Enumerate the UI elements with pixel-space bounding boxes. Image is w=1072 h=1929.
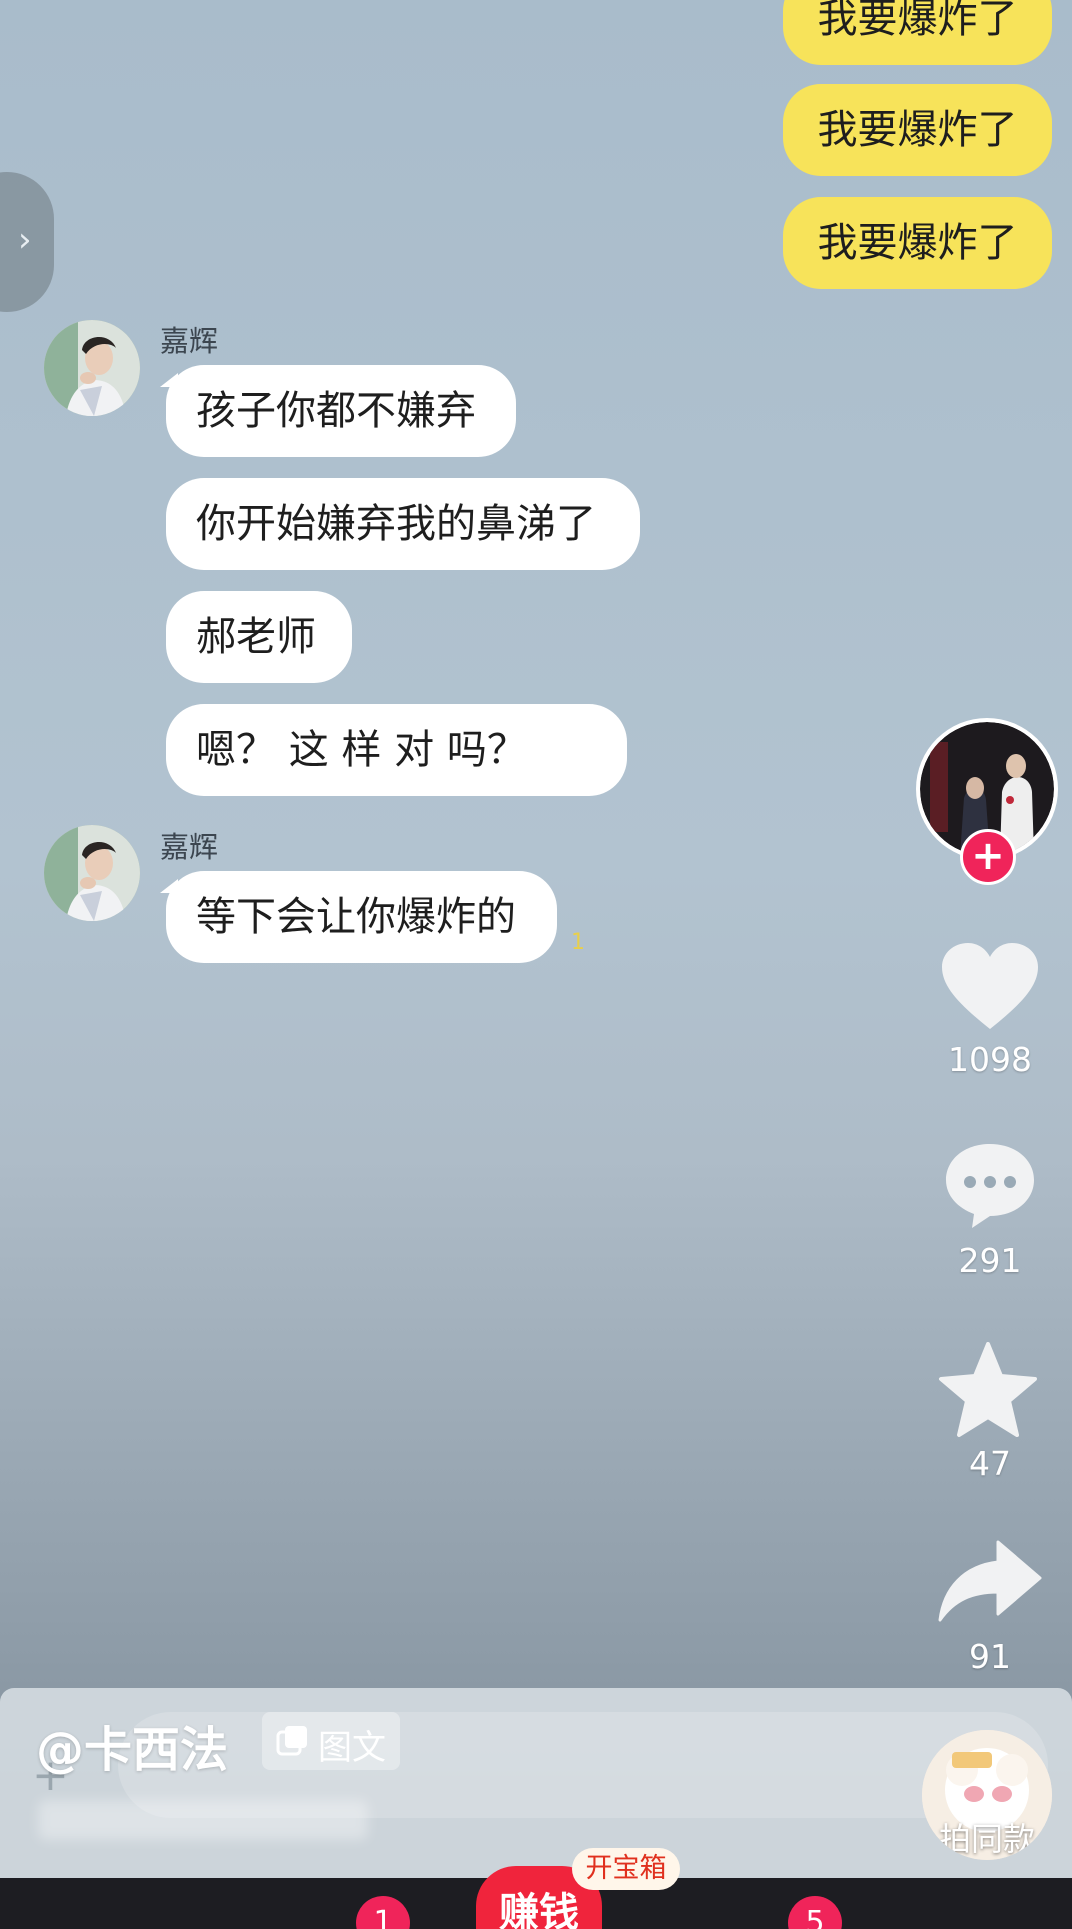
same-style-avatar[interactable]: 拍同款: [922, 1730, 1052, 1860]
chevron-right-icon: ›: [18, 220, 32, 260]
peer-message-bubble: 等下会让你爆炸的: [160, 871, 557, 963]
follow-button[interactable]: +: [960, 829, 1016, 885]
notification-badge: 1: [356, 1896, 410, 1929]
author-name[interactable]: @卡西法: [36, 1710, 228, 1780]
peer-message-bubble: 嗯？ 这 样 对 吗？: [166, 704, 627, 796]
comment-count: 291: [958, 1241, 1022, 1280]
peer-message-bubble: 郝老师: [166, 591, 352, 683]
peer-avatar: [44, 320, 140, 416]
comment-icon[interactable]: [942, 1140, 1038, 1230]
portrait-image: [44, 320, 140, 416]
video-stage[interactable]: › 我要爆炸了 我要爆炸了 我要爆炸了 嘉辉 孩子你都不嫌弃 你开始嫌弃我的鼻涕…: [0, 0, 1072, 1929]
like-heart-icon[interactable]: [940, 941, 1040, 1033]
share-count: 91: [969, 1637, 1011, 1676]
self-message-bubble: 我要爆炸了: [783, 0, 1052, 65]
post-type-tag[interactable]: 图文: [262, 1712, 400, 1770]
post-info-panel: + @卡西法 图文 拍同款: [0, 1688, 1072, 1878]
favorite-star-icon[interactable]: [938, 1342, 1038, 1438]
blurred-caption: [38, 1800, 368, 1840]
treasure-box-tag[interactable]: 开宝箱: [572, 1848, 680, 1890]
self-message-bubble: 我要爆炸了: [783, 197, 1052, 289]
plus-icon: +: [971, 833, 1005, 879]
peer-message-bubble: 孩子你都不嫌弃: [160, 365, 516, 457]
portrait-image: [44, 825, 140, 921]
side-expand-button[interactable]: ›: [0, 172, 54, 312]
share-arrow-icon[interactable]: [938, 1540, 1042, 1624]
sender-name: 嘉辉: [160, 324, 219, 358]
peer-message-bubble: 你开始嫌弃我的鼻涕了: [166, 478, 640, 570]
read-count: 1: [571, 930, 585, 955]
image-stack-icon: [276, 1726, 307, 1756]
favorite-count: 47: [969, 1444, 1011, 1483]
sender-name: 嘉辉: [160, 830, 219, 864]
same-style-label: 拍同款: [938, 1820, 1035, 1858]
post-type-label: 图文: [318, 1728, 386, 1768]
peer-avatar: [44, 825, 140, 921]
self-message-bubble: 我要爆炸了: [783, 84, 1052, 176]
notification-badge: 5: [788, 1896, 842, 1929]
like-count: 1098: [948, 1040, 1032, 1079]
bottom-nav-bar: 赚钱 1 5: [0, 1866, 1072, 1929]
